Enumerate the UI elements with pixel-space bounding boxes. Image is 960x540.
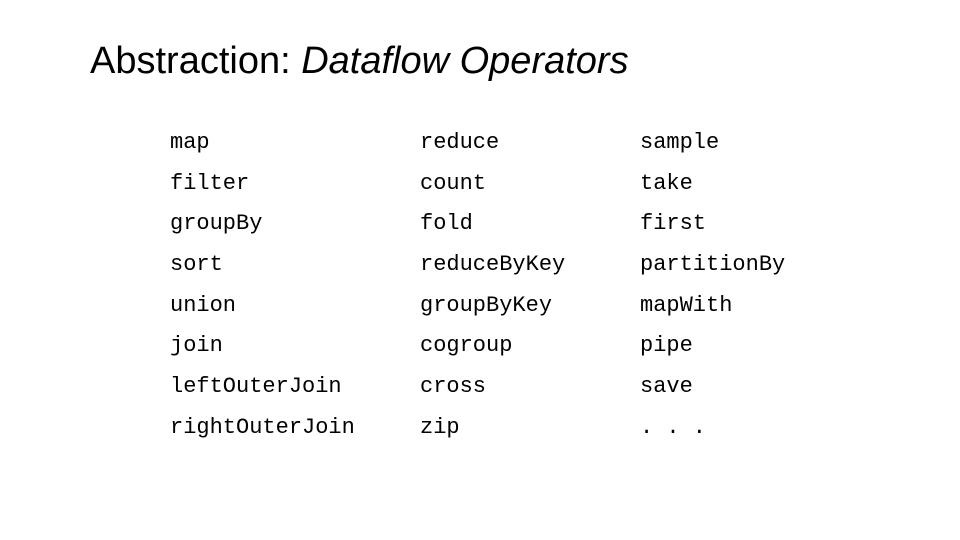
operator: mapWith [640,286,860,327]
slide-title: Abstraction: Dataflow Operators [90,40,870,83]
operator: rightOuterJoin [170,408,420,449]
operator: partitionBy [640,245,860,286]
operators-grid: map filter groupBy sort union join leftO… [90,123,870,449]
operator: cogroup [420,326,640,367]
operator: leftOuterJoin [170,367,420,408]
operators-column-2: reduce count fold reduceByKey groupByKey… [420,123,640,449]
operator: first [640,204,860,245]
operator: groupBy [170,204,420,245]
operator: sort [170,245,420,286]
operator: pipe [640,326,860,367]
operator: fold [420,204,640,245]
operators-column-1: map filter groupBy sort union join leftO… [170,123,420,449]
operator: filter [170,164,420,205]
operator: take [640,164,860,205]
operator: union [170,286,420,327]
operator: save [640,367,860,408]
operator: reduce [420,123,640,164]
operator: map [170,123,420,164]
operator: join [170,326,420,367]
operator: reduceByKey [420,245,640,286]
title-normal: Abstraction: [90,40,301,82]
operator: cross [420,367,640,408]
operator: count [420,164,640,205]
operator: groupByKey [420,286,640,327]
operator: sample [640,123,860,164]
operator-ellipsis: . . . [640,408,860,449]
operator: zip [420,408,640,449]
operators-column-3: sample take first partitionBy mapWith pi… [640,123,860,449]
title-italic: Dataflow Operators [301,40,628,82]
